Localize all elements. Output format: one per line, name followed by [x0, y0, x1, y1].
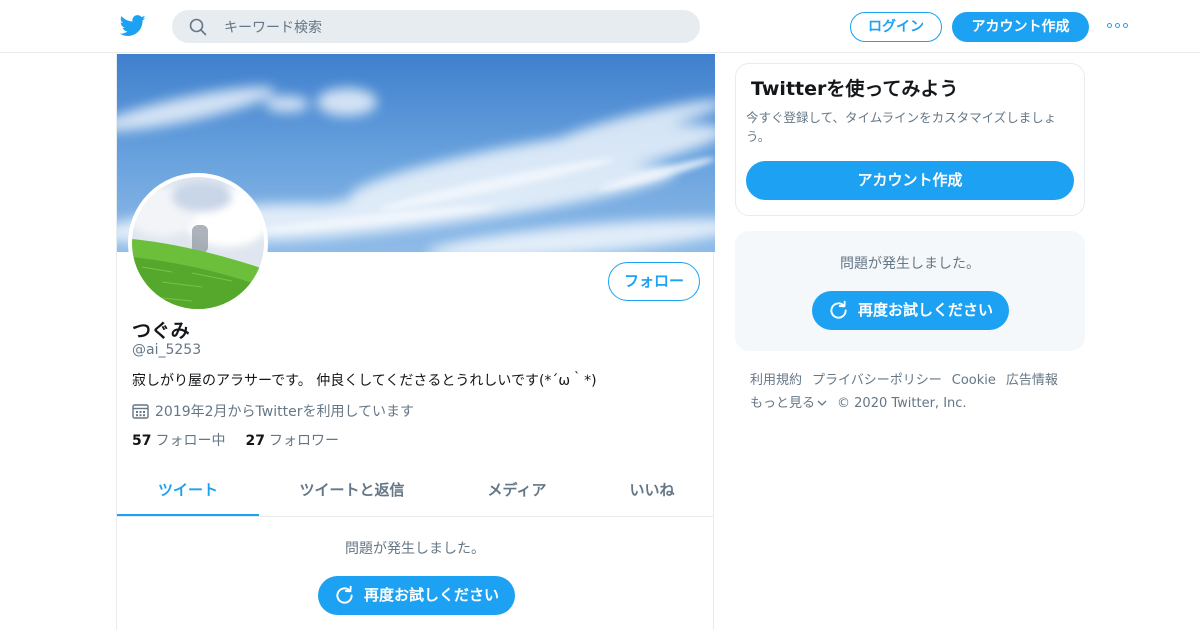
login-button[interactable]: ログイン	[850, 12, 942, 42]
top-navigation-bar: ログイン アカウント作成	[0, 0, 1200, 53]
more-dots-icon[interactable]	[1107, 21, 1131, 31]
following-count: 57	[132, 433, 152, 449]
signup-button[interactable]: アカウント作成	[952, 12, 1089, 42]
joined-text: 2019年2月からTwitterを利用しています	[155, 404, 415, 420]
chevron-down-icon	[817, 400, 827, 406]
search-icon	[189, 18, 207, 36]
following-link[interactable]: 57 フォロー中	[132, 433, 225, 449]
search-input[interactable]	[222, 10, 686, 45]
footer-link-ads-info[interactable]: 広告情報	[1006, 373, 1058, 388]
footer-link-privacy[interactable]: プライバシーポリシー	[812, 373, 942, 388]
follow-stats: 57 フォロー中 27 フォロワー	[132, 430, 339, 450]
footer-links: 利用規約 プライバシーポリシー Cookie 広告情報 もっと見る © 2020 Twi…	[750, 369, 1080, 415]
sidebar-error-box: 問題が発生しました。 再度お試しください	[735, 231, 1085, 351]
signup-card-title: Twitterを使ってみよう	[751, 78, 959, 100]
footer-copyright: © 2020 Twitter, Inc.	[837, 396, 967, 411]
timeline-retry-label: 再度お試しください	[364, 586, 500, 604]
avatar-image	[132, 177, 264, 309]
handle: @ai_5253	[132, 342, 202, 358]
avatar[interactable]	[128, 173, 268, 313]
followers-link[interactable]: 27 フォロワー	[245, 433, 338, 449]
followers-label: フォロワー	[268, 433, 339, 449]
tab-tweets-and-replies[interactable]: ツイートと返信	[267, 464, 437, 516]
signup-card: Twitterを使ってみよう 今すぐ登録して、タイムラインをカスタマイズしましょ…	[735, 63, 1085, 216]
refresh-icon	[830, 300, 847, 319]
follow-button[interactable]: フォロー	[608, 262, 700, 301]
timeline-retry-button[interactable]: 再度お試しください	[318, 576, 515, 615]
tab-likes[interactable]: いいね	[597, 464, 707, 516]
sidebar-retry-button[interactable]: 再度お試しください	[812, 291, 1009, 330]
tab-tweets[interactable]: ツイート	[117, 464, 259, 516]
twitter-bird-icon[interactable]	[120, 14, 146, 38]
refresh-icon	[336, 585, 353, 604]
bio: 寂しがり屋のアラサーです。 仲良くしてくださるとうれしいです(*´ω｀*)	[132, 373, 597, 389]
footer-link-terms[interactable]: 利用規約	[750, 373, 802, 388]
tab-media[interactable]: メディア	[457, 464, 577, 516]
footer-more-label: もっと見る	[750, 396, 816, 411]
sidebar-retry-label: 再度お試しください	[858, 301, 994, 319]
profile-column: フォロー つぐみ @ai_5253 寂しがり屋のアラサーです。 仲良くしてくださ…	[116, 54, 715, 630]
timeline-error-text: 問題が発生しました。	[345, 541, 485, 557]
followers-count: 27	[245, 433, 265, 449]
profile-tabs: ツイート ツイートと返信 メディア いいね	[117, 464, 713, 517]
joined-date: 2019年2月からTwitterを利用しています	[132, 401, 414, 421]
signup-card-button[interactable]: アカウント作成	[746, 161, 1074, 200]
following-label: フォロー中	[155, 433, 226, 449]
calendar-icon	[132, 404, 149, 419]
display-name: つぐみ	[132, 320, 190, 342]
signup-card-description: 今すぐ登録して、タイムラインをカスタマイズしましょう。	[746, 110, 1057, 144]
footer-more-link[interactable]: もっと見る	[750, 396, 837, 411]
sidebar-error-text: 問題が発生しました。	[840, 256, 980, 272]
footer-link-cookie[interactable]: Cookie	[952, 373, 996, 388]
search-bar[interactable]	[172, 10, 700, 45]
